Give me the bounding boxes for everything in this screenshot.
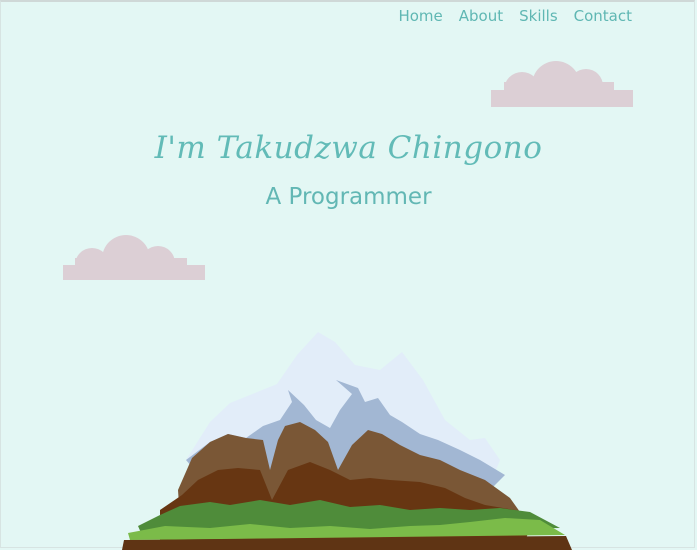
nav-home-link[interactable]: Home [398, 7, 442, 25]
nav-skills-link[interactable]: Skills [519, 7, 558, 25]
hero-name-heading: I'm Takudzwa Chingono [154, 130, 543, 166]
nav-contact-link[interactable]: Contact [574, 7, 632, 25]
hero-role-subtitle: A Programmer [265, 184, 432, 210]
top-nav: Home About Skills Contact [398, 7, 632, 25]
mountain-illustration [122, 332, 572, 550]
cloud-top-right [491, 61, 633, 107]
cloud-left [63, 235, 205, 280]
nav-about-link[interactable]: About [459, 7, 503, 25]
